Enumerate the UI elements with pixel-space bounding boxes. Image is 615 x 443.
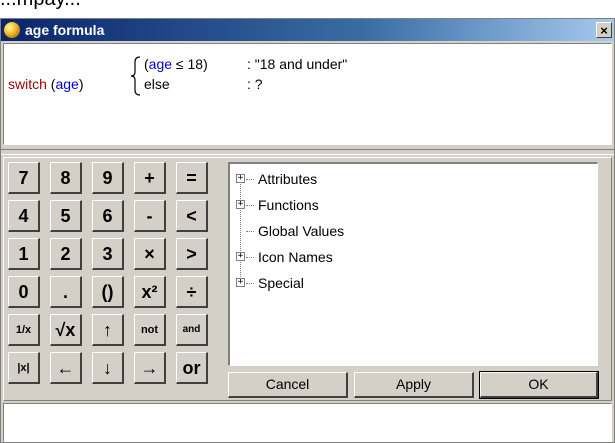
key-digit-6[interactable]: 6 — [92, 200, 124, 232]
tree-item-label: Attributes — [258, 171, 318, 187]
key-digit-4[interactable]: 4 — [8, 200, 40, 232]
key-left-arrow[interactable]: ← — [50, 352, 82, 384]
tree-branch-line — [246, 179, 254, 180]
key-less-than[interactable]: < — [176, 200, 208, 232]
splitter[interactable] — [1, 149, 614, 155]
tree-branch-line — [246, 205, 254, 206]
tree-branch-line — [246, 257, 254, 258]
key-absolute-value[interactable]: |x| — [8, 352, 40, 384]
key-equals[interactable]: = — [176, 162, 208, 194]
apply-button[interactable]: Apply — [354, 372, 474, 398]
key-digit-9[interactable]: 9 — [92, 162, 124, 194]
key-parentheses[interactable]: () — [92, 276, 124, 308]
key-digit-5[interactable]: 5 — [50, 200, 82, 232]
key-not[interactable]: not — [134, 314, 166, 346]
window-title: age formula — [25, 22, 105, 38]
formula-window: age formula × switch (age) (age ≤ 18) : … — [0, 18, 615, 443]
tree-connector — [240, 175, 241, 279]
key-square-root[interactable]: √x — [50, 314, 82, 346]
key-divide[interactable]: ÷ — [176, 276, 208, 308]
case-row-else[interactable]: else : ? — [144, 76, 263, 92]
tree-item-label: Global Values — [258, 223, 345, 239]
key-multiply[interactable]: × — [134, 238, 166, 270]
case1-condition: ≤ 18 — [172, 56, 204, 72]
key-and[interactable]: and — [176, 314, 208, 346]
case1-result: : "18 and under" — [247, 56, 348, 72]
case1-close-paren: ) — [203, 56, 208, 72]
key-digit-2[interactable]: 2 — [50, 238, 82, 270]
background-text: ...mpay... — [0, 0, 81, 11]
key-digit-8[interactable]: 8 — [50, 162, 82, 194]
app-icon — [4, 22, 20, 38]
key-down-arrow[interactable]: ↓ — [92, 352, 124, 384]
case1-variable: age — [148, 56, 173, 72]
key-or[interactable]: or — [176, 352, 208, 384]
expand-icon[interactable]: + — [236, 174, 245, 183]
key-reciprocal[interactable]: 1/x — [8, 314, 40, 346]
tree-item-label: Functions — [258, 197, 319, 213]
key-digit-3[interactable]: 3 — [92, 238, 124, 270]
expand-icon[interactable]: + — [236, 278, 245, 287]
key-digit-7[interactable]: 7 — [8, 162, 40, 194]
switch-keyword[interactable]: switch — [8, 76, 47, 92]
expand-icon[interactable]: + — [236, 200, 245, 209]
key-square[interactable]: x² — [134, 276, 166, 308]
ok-button[interactable]: OK — [479, 371, 599, 399]
case-row-1[interactable]: (age ≤ 18) : "18 and under" — [144, 56, 347, 72]
else-label: else — [144, 76, 170, 92]
expand-icon[interactable]: + — [236, 252, 245, 261]
key-digit-1[interactable]: 1 — [8, 238, 40, 270]
key-digit-0[interactable]: 0 — [8, 276, 40, 308]
key-decimal[interactable]: . — [50, 276, 82, 308]
function-tree[interactable]: + Attributes + Functions Global Values + Icon … — [228, 162, 598, 366]
message-area — [3, 403, 612, 442]
tree-branch-line — [246, 231, 254, 232]
formula-editor[interactable]: switch (age) (age ≤ 18) : "18 and under"… — [3, 43, 612, 145]
switch-clause: switch (age) — [8, 76, 84, 92]
key-up-arrow[interactable]: ↑ — [92, 314, 124, 346]
tree-item-label: Icon Names — [258, 249, 333, 265]
key-minus[interactable]: - — [134, 200, 166, 232]
key-plus[interactable]: + — [134, 162, 166, 194]
key-right-arrow[interactable]: → — [134, 352, 166, 384]
else-result: : ? — [247, 76, 263, 92]
close-paren: ) — [78, 76, 84, 92]
tree-branch-line — [246, 283, 254, 284]
key-greater-than[interactable]: > — [176, 238, 208, 270]
cancel-button[interactable]: Cancel — [228, 372, 348, 398]
tree-item-label: Special — [258, 275, 304, 291]
keypad-panel: 7 8 9 + = 4 5 6- <1 2 3 × >0. () x² ÷ 1/x √x ↑ not and |x| ← ↓ →… — [3, 157, 612, 401]
title-bar[interactable]: age formula × — [1, 19, 614, 41]
close-button[interactable]: × — [596, 22, 612, 38]
brace-icon — [131, 56, 141, 96]
switch-variable[interactable]: age — [55, 76, 78, 92]
